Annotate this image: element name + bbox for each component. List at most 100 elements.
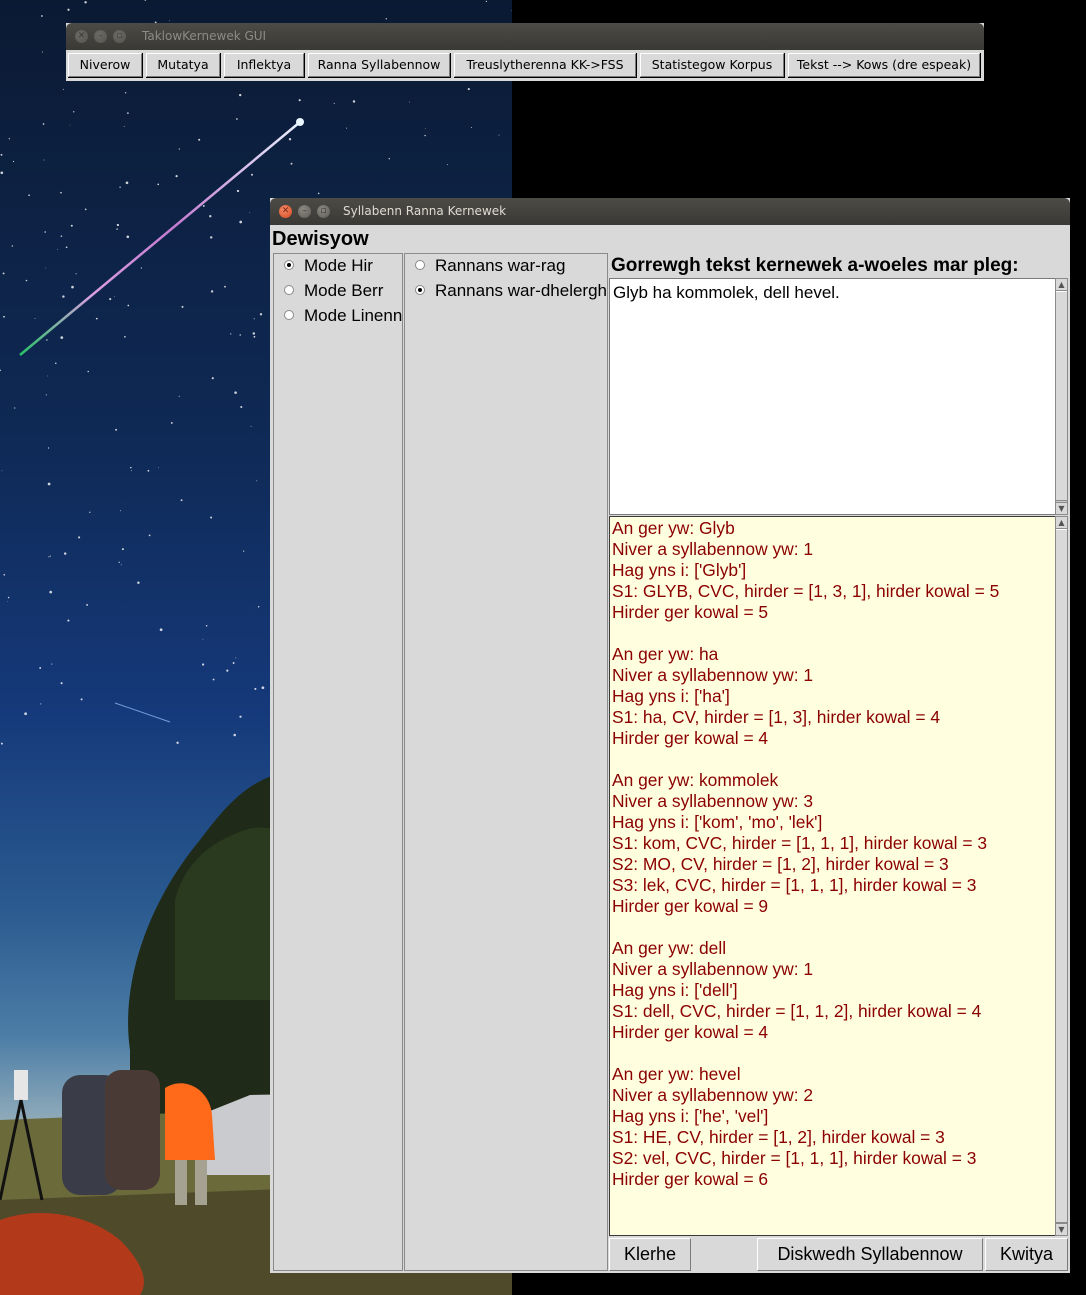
ranna-syllabennow-button[interactable]: Ranna Syllabennow — [308, 53, 451, 78]
star — [0, 171, 4, 175]
mode-hir-label: Mode Hir — [304, 256, 373, 275]
mode-berr-radio[interactable] — [284, 285, 294, 295]
star — [3, 574, 6, 576]
minimize-icon[interactable]: – — [94, 30, 107, 43]
main-titlebar[interactable]: ✕ – ▫ TaklowKernewek GUI — [66, 23, 984, 50]
output-line: S1: ha, CV, hirder = [1, 3], hirder kowa… — [612, 707, 941, 727]
star — [210, 290, 214, 293]
star — [253, 318, 255, 320]
star — [158, 467, 159, 469]
star — [470, 127, 472, 128]
star — [290, 162, 293, 165]
maximize-icon[interactable]: ▫ — [113, 30, 126, 43]
star — [352, 100, 356, 103]
rannans-war-rag-radio[interactable] — [415, 260, 425, 270]
star — [180, 499, 183, 502]
klerhe-button[interactable]: Klerhe — [609, 1238, 691, 1271]
star — [243, 550, 245, 552]
syllable-titlebar[interactable]: ✕ – ▫ Syllabenn Ranna Kernewek — [270, 198, 1070, 225]
mode-linenn-radio[interactable] — [284, 310, 294, 320]
star — [44, 231, 46, 233]
star — [249, 212, 251, 213]
input-scrollbar[interactable]: ▲ ▼ — [1055, 278, 1068, 515]
star — [288, 137, 292, 141]
star — [14, 407, 16, 409]
mode-hir-radio[interactable] — [284, 260, 294, 270]
star — [49, 590, 53, 594]
star — [95, 317, 98, 320]
rannans-war-dhelergh-radio[interactable] — [415, 285, 425, 295]
mode-options-panel: Mode Hir Mode Berr Mode Linenn — [273, 253, 403, 1271]
output-scroll-thumb[interactable] — [1056, 529, 1067, 1223]
niverow-button[interactable]: Niverow — [68, 53, 143, 78]
output-line: Hirder ger kowal = 4 — [612, 1022, 769, 1042]
close-icon[interactable]: ✕ — [75, 30, 88, 43]
star — [0, 153, 3, 156]
output-line: Niver a syllabennow yw: 1 — [612, 665, 814, 685]
star — [127, 112, 129, 114]
star — [211, 377, 214, 380]
star — [113, 296, 115, 297]
statistegow-korpus-button[interactable]: Statistegow Korpus — [640, 53, 785, 78]
input-scroll-thumb[interactable] — [1056, 291, 1067, 501]
output-lines: An ger yw: Glyb Niver a syllabennow yw: 1… — [612, 518, 999, 1190]
star — [254, 687, 257, 690]
star — [80, 698, 83, 701]
scroll-down-arrow-icon[interactable]: ▼ — [1056, 502, 1067, 514]
star — [67, 8, 70, 11]
star — [1, 470, 3, 472]
star — [109, 298, 112, 301]
output-line: Hirder ger kowal = 9 — [612, 896, 769, 916]
star — [144, 0, 147, 1]
star — [498, 134, 500, 136]
tekst-kows-button[interactable]: Tekst --> Kows (dre espeak) — [788, 53, 981, 78]
star — [60, 191, 62, 194]
output-line: Niver a syllabennow yw: 2 — [612, 1085, 814, 1105]
star — [7, 601, 9, 602]
star — [119, 186, 121, 188]
scroll-up-arrow-icon[interactable]: ▲ — [1056, 517, 1067, 529]
treuslytherenna-button[interactable]: Treuslytherenna KK->FSS — [454, 53, 637, 78]
star — [70, 224, 73, 227]
star — [232, 662, 235, 664]
scroll-down-arrow-icon[interactable]: ▼ — [1056, 1223, 1067, 1235]
star — [24, 712, 27, 716]
output-scrollbar[interactable]: ▲ ▼ — [1055, 516, 1068, 1236]
star — [333, 102, 335, 104]
input-label: Gorrewgh tekst kernewek a-woeles mar ple… — [611, 255, 1019, 276]
mutatya-button[interactable]: Mutatya — [146, 53, 221, 78]
minimize-icon[interactable]: – — [298, 205, 311, 218]
star — [89, 511, 91, 513]
output-line: Hag yns i: ['Glyb'] — [612, 560, 747, 580]
output-textarea[interactable]: An ger yw: Glyb Niver a syllabennow yw: 1… — [609, 516, 1055, 1236]
star — [121, 548, 124, 551]
star — [181, 305, 184, 308]
star — [130, 466, 132, 469]
syllabenn-ranna-window: ✕ – ▫ Syllabenn Ranna Kernewek Dewisyow … — [270, 198, 1070, 1273]
star — [11, 245, 13, 247]
star — [388, 158, 390, 160]
main-window-title: TaklowKernewek GUI — [142, 29, 267, 43]
star — [205, 625, 208, 627]
star — [60, 235, 63, 237]
star — [236, 118, 238, 120]
output-line: Hag yns i: ['kom', 'mo', 'lek'] — [612, 812, 823, 832]
output-line: An ger yw: kommolek — [612, 770, 779, 790]
star — [48, 556, 50, 558]
output-line: Hirder ger kowal = 6 — [612, 1169, 769, 1189]
kwitya-button[interactable]: Kwitya — [985, 1238, 1068, 1271]
scroll-up-arrow-icon[interactable]: ▲ — [1056, 279, 1067, 291]
maximize-icon[interactable]: ▫ — [317, 205, 330, 218]
options-label: Dewisyow — [272, 228, 369, 250]
syllable-window-title: Syllabenn Ranna Kernewek — [343, 204, 507, 218]
output-line: S2: vel, CVC, hirder = [1, 1, 1], hirder… — [612, 1148, 977, 1168]
input-textarea[interactable]: Glyb ha kommolek, dell hevel. — [609, 278, 1055, 515]
diskwedh-syllabennow-button[interactable]: Diskwedh Syllabennow — [757, 1238, 983, 1271]
inflektya-button[interactable]: Inflektya — [224, 53, 305, 78]
star — [71, 285, 74, 289]
output-line: An ger yw: Glyb — [612, 518, 735, 538]
star — [178, 395, 180, 397]
close-icon[interactable]: ✕ — [279, 205, 292, 218]
star — [41, 51, 43, 53]
